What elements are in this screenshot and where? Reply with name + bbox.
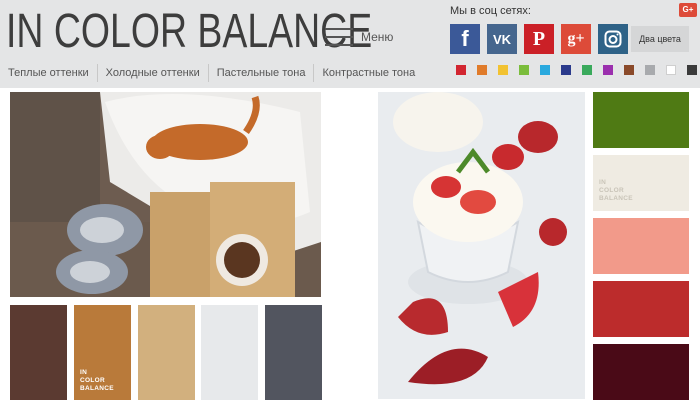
vk-icon[interactable]: VK xyxy=(487,24,517,54)
palette-swatch[interactable]: IN COLOR BALANCE xyxy=(74,305,131,400)
brand-line: COLOR xyxy=(80,377,105,384)
instagram-icon[interactable] xyxy=(598,24,628,54)
instagram-glyph xyxy=(604,30,622,48)
palette-swatch[interactable] xyxy=(201,305,258,400)
brand-line: IN xyxy=(599,179,607,186)
social-links: f VK P g+ xyxy=(450,24,635,54)
color-filter-chip[interactable] xyxy=(477,65,487,75)
color-filter-chip[interactable] xyxy=(540,65,550,75)
nav-pastel-tones[interactable]: Пастельные тона xyxy=(209,64,315,82)
menu-button[interactable]: Меню xyxy=(325,28,393,46)
social-title: Мы в соц сетях: xyxy=(450,5,531,17)
palette-swatch[interactable]: IN COLOR BALANCE xyxy=(593,155,689,211)
color-filter-chip[interactable] xyxy=(456,65,466,75)
brand-line: BALANCE xyxy=(80,385,114,392)
nav-warm-tones[interactable]: Теплые оттенки xyxy=(0,64,98,82)
color-filter-chip[interactable] xyxy=(582,65,592,75)
palette-swatch[interactable] xyxy=(593,344,689,400)
google-plus-icon[interactable]: g+ xyxy=(561,24,591,54)
pinterest-icon[interactable]: P xyxy=(524,24,554,54)
site-logo[interactable]: IN COLOR BALANCE xyxy=(6,4,372,59)
brand-line: IN xyxy=(80,369,88,376)
facebook-icon[interactable]: f xyxy=(450,24,480,54)
color-filter-chip[interactable] xyxy=(498,65,508,75)
brand-watermark: IN COLOR BALANCE xyxy=(80,369,114,393)
color-filter-chip[interactable] xyxy=(603,65,613,75)
color-filter-chip[interactable] xyxy=(687,65,697,75)
hamburger-icon xyxy=(325,28,353,46)
category-nav: Теплые оттенки Холодные оттенки Пастельн… xyxy=(0,60,423,86)
strawberries-ice-cream-photo[interactable] xyxy=(378,92,585,399)
cat-on-fur-with-coffee-photo[interactable] xyxy=(10,92,321,297)
color-filter-chip[interactable] xyxy=(624,65,634,75)
menu-label: Меню xyxy=(361,30,394,44)
google-plus-badge[interactable]: G+ xyxy=(679,3,697,17)
palette-swatch[interactable] xyxy=(10,305,67,400)
palette-swatch[interactable] xyxy=(265,305,322,400)
color-filter-row xyxy=(456,65,700,75)
palette-swatch[interactable] xyxy=(593,92,689,148)
palette-swatch[interactable] xyxy=(138,305,195,400)
brand-watermark: IN COLOR BALANCE xyxy=(599,179,633,203)
nav-contrast-tones[interactable]: Контрастные тона xyxy=(314,64,423,82)
color-filter-chip[interactable] xyxy=(561,65,571,75)
two-colors-button[interactable]: Два цвета xyxy=(631,26,689,52)
nav-cold-tones[interactable]: Холодные оттенки xyxy=(98,64,209,82)
palette-swatch[interactable] xyxy=(593,281,689,337)
color-filter-chip[interactable] xyxy=(519,65,529,75)
palette-swatch[interactable] xyxy=(593,218,689,274)
brand-line: BALANCE xyxy=(599,195,633,202)
color-filter-chip[interactable] xyxy=(645,65,655,75)
site-header: IN COLOR BALANCE Меню Теплые оттенки Хол… xyxy=(0,0,700,88)
brand-line: COLOR xyxy=(599,187,624,194)
color-filter-chip[interactable] xyxy=(666,65,676,75)
